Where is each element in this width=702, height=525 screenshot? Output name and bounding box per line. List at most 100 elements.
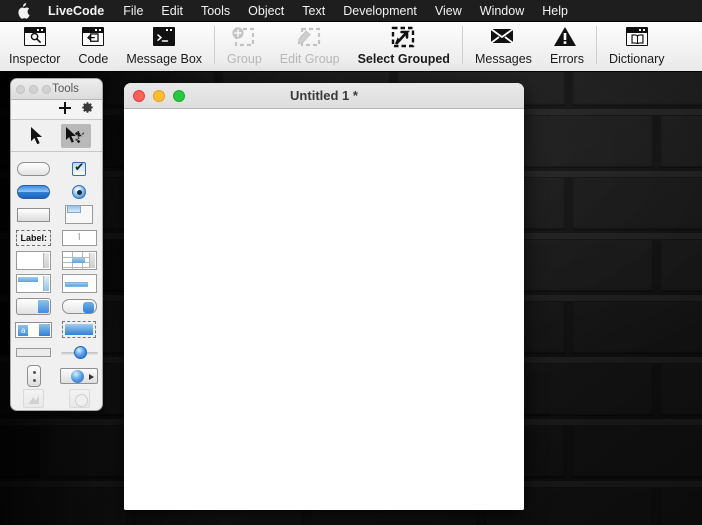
toolbar-button-label: Message Box [126, 52, 203, 66]
inspector-magnifier-icon [21, 26, 49, 50]
widget-tools-row: a [11, 318, 102, 341]
text-field-tool[interactable]: I [60, 227, 98, 248]
scrolling-field-tool[interactable] [15, 250, 53, 271]
menu-item-help[interactable]: Help [533, 0, 577, 22]
gear-icon[interactable] [81, 101, 94, 119]
widget-tools-row [11, 341, 102, 364]
brick [660, 240, 702, 292]
round-button-tool[interactable] [15, 158, 53, 179]
brick [660, 364, 702, 416]
dictionary-book-icon [623, 26, 651, 50]
toolbar-button-label: Code [78, 52, 109, 66]
edit-pointer-tool[interactable] [61, 123, 92, 148]
brick [572, 302, 702, 354]
list-field-tool[interactable] [15, 273, 53, 294]
menu-item-development[interactable]: Development [334, 0, 426, 22]
toolbar-button-errors[interactable]: Errors [541, 22, 593, 71]
select-grouped-arrow-icon [390, 26, 418, 50]
menu-item-livecode[interactable]: LiveCode [38, 0, 114, 22]
toolbar-button-label: Inspector [9, 52, 61, 66]
toolbar-button-label: Messages [474, 52, 532, 66]
toolbar-button-label: Dictionary [608, 52, 665, 66]
stack-card-canvas[interactable] [124, 109, 524, 510]
widget-tools-row [11, 249, 102, 272]
hscrollbar-tool[interactable] [60, 273, 98, 294]
toolbar-button-code[interactable]: Code [69, 22, 117, 71]
toolbar-button-label: Group [227, 52, 262, 66]
stack-window-titlebar[interactable]: Untitled 1 * [124, 83, 524, 109]
messages-envelope-icon [489, 26, 517, 50]
tools-palette[interactable]: Tools ✔ Label: I a [10, 78, 103, 411]
toolbar-button-group: Group [218, 22, 271, 71]
plus-icon[interactable] [59, 101, 71, 119]
combobox-tool[interactable]: a [15, 319, 53, 340]
widget-tools-row [11, 203, 102, 226]
brick [572, 426, 702, 478]
code-script-icon [79, 26, 107, 50]
widget-tool-text: Label: [16, 229, 52, 246]
menu-item-text[interactable]: Text [293, 0, 334, 22]
progress-bar-tool[interactable] [15, 342, 53, 363]
pointer-tools-row [11, 120, 102, 152]
label-field-tool[interactable]: Label: [15, 227, 53, 248]
option-menu-tool[interactable] [60, 319, 98, 340]
widget-tools-row [11, 295, 102, 318]
default-button-tool[interactable] [15, 181, 53, 202]
run-pointer-tool[interactable] [22, 124, 52, 148]
widget-tools-row [11, 272, 102, 295]
radio-button-tool[interactable] [60, 181, 98, 202]
stack-window-title: Untitled 1 * [290, 88, 358, 103]
toolbar-button-label: Edit Group [279, 52, 340, 66]
stepper-tool[interactable] [15, 296, 53, 317]
menu-item-window[interactable]: Window [471, 0, 533, 22]
tab-panel-tool[interactable] [60, 204, 98, 225]
menu-item-file[interactable]: File [114, 0, 152, 22]
slider-tool[interactable] [60, 342, 98, 363]
menu-item-edit[interactable]: Edit [152, 0, 192, 22]
toolbar-button-label: Errors [549, 52, 584, 66]
toolbar-button-label: Select Grouped [357, 52, 450, 66]
player-controller-tool[interactable] [60, 365, 99, 386]
widget-tools-row [11, 180, 102, 203]
brick [0, 488, 128, 525]
brick [660, 488, 702, 525]
toolbar-button-edit-group: Edit Group [271, 22, 349, 71]
stack-window[interactable]: Untitled 1 * [124, 83, 524, 510]
apple-logo-icon[interactable] [8, 2, 38, 19]
main-toolbar: Inspector Code Message Box Group Edit Group S… [0, 22, 702, 72]
toolbar-separator [214, 26, 216, 64]
toolbar-button-inspector[interactable]: Inspector [0, 22, 69, 71]
widget-tools-row [11, 157, 102, 180]
rectangle-button-tool[interactable] [15, 204, 53, 225]
widget-tools-row [11, 387, 102, 410]
table-tool[interactable] [60, 250, 98, 271]
brick [572, 178, 702, 230]
menu-item-view[interactable]: View [426, 0, 471, 22]
toolbar-button-messages[interactable]: Messages [466, 22, 541, 71]
toolbar-separator [461, 26, 463, 64]
menu-item-object[interactable]: Object [239, 0, 293, 22]
checkbox-tool[interactable] [60, 158, 98, 179]
edit-group-pencil-icon [296, 26, 324, 50]
toolbar-separator [595, 26, 597, 64]
screen: LiveCode File Edit Tools Object Text Developme… [0, 0, 702, 525]
menu-item-tools[interactable]: Tools [192, 0, 239, 22]
widget-tools-row [11, 364, 102, 387]
menu-bar: LiveCode File Edit Tools Object Text Developme… [0, 0, 702, 22]
widget-tools-grid: Label: Ia [11, 152, 102, 410]
toolbar-button-select-grouped[interactable]: Select Grouped [349, 22, 459, 71]
toolbar-button-dictionary[interactable]: Dictionary [600, 22, 674, 71]
player-tool [60, 388, 98, 409]
tools-palette-titlebar[interactable]: Tools [11, 79, 102, 100]
graphic-tool [15, 388, 53, 409]
brick [0, 426, 40, 478]
tools-palette-title: Tools [52, 83, 79, 95]
errors-warning-icon [553, 26, 581, 50]
popup-menu-tool[interactable] [60, 296, 98, 317]
widget-tools-row: Label: I [11, 226, 102, 249]
toolbar-button-message-box[interactable]: Message Box [117, 22, 211, 71]
tools-palette-actions [11, 100, 102, 120]
group-plus-icon [230, 26, 258, 50]
brick [660, 116, 702, 168]
vertical-scrollbar-tool[interactable] [15, 364, 53, 387]
